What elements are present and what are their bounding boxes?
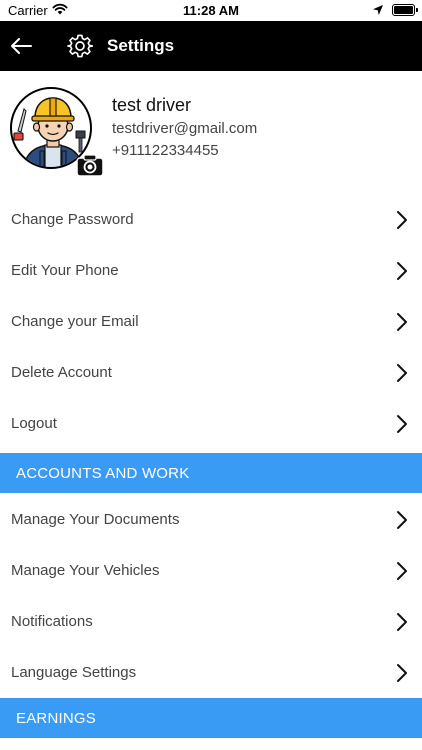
location-arrow-icon — [373, 5, 383, 15]
chevron-right-icon — [397, 562, 407, 580]
row-logout[interactable]: Logout — [0, 398, 422, 449]
row-edit-phone[interactable]: Edit Your Phone — [0, 245, 422, 296]
profile-name: test driver — [112, 95, 192, 115]
row-label: Manage Your Documents — [11, 511, 180, 528]
row-label: Change your Email — [11, 313, 139, 330]
back-button[interactable] — [6, 31, 36, 61]
status-bar: Carrier 11:28 AM — [0, 0, 422, 21]
chevron-right-icon — [397, 511, 407, 529]
clock: 11:28 AM — [183, 3, 239, 18]
profile-phone: +911122334455 — [112, 142, 219, 159]
row-label: Edit Your Phone — [11, 262, 119, 279]
row-label: Delete Account — [11, 364, 112, 381]
chevron-right-icon — [397, 613, 407, 631]
section-label: ACCOUNTS AND WORK — [16, 465, 190, 482]
row-delete-account[interactable]: Delete Account — [0, 347, 422, 398]
chevron-right-icon — [397, 313, 407, 331]
row-manage-documents[interactable]: Manage Your Documents — [0, 494, 422, 545]
row-notifications[interactable]: Notifications — [0, 596, 422, 647]
row-label: Language Settings — [11, 664, 137, 681]
section-header-accounts-and-work: ACCOUNTS AND WORK — [0, 453, 422, 493]
section-label: EARNINGS — [16, 710, 96, 727]
row-label: Logout — [11, 415, 57, 432]
row-language-settings[interactable]: Language Settings — [0, 647, 422, 698]
row-manage-vehicles[interactable]: Manage Your Vehicles — [0, 545, 422, 596]
chevron-right-icon — [397, 364, 407, 382]
row-label: Notifications — [11, 613, 93, 630]
row-label: Change Password — [11, 211, 134, 228]
row-label: Manage Your Vehicles — [11, 562, 160, 579]
section-header-earnings: EARNINGS — [0, 698, 422, 738]
battery-icon — [392, 4, 418, 16]
chevron-right-icon — [397, 211, 407, 229]
profile-card: test driver testdriver@gmail.com +911122… — [0, 71, 422, 193]
back-arrow-icon — [11, 38, 32, 54]
gear-icon — [67, 34, 93, 58]
row-change-email[interactable]: Change your Email — [0, 296, 422, 347]
row-change-password[interactable]: Change Password — [0, 194, 422, 245]
app-header: Settings — [0, 21, 422, 71]
chevron-right-icon — [397, 664, 407, 682]
camera-icon[interactable] — [76, 153, 104, 177]
chevron-right-icon — [397, 415, 407, 433]
chevron-right-icon — [397, 262, 407, 280]
profile-email: testdriver@gmail.com — [112, 120, 258, 137]
page-title: Settings — [107, 36, 175, 55]
